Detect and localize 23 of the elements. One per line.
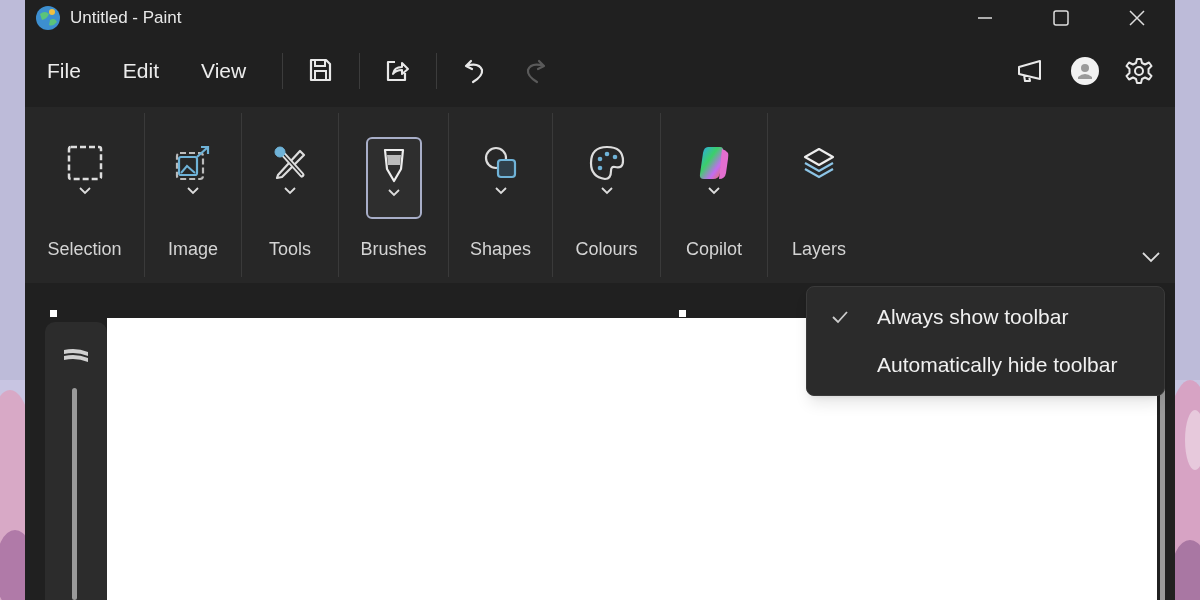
menu-option[interactable]: Automatically hide toolbar	[807, 341, 1164, 389]
minimize-icon	[978, 16, 992, 19]
menu-item[interactable]: Edit	[108, 51, 174, 91]
tool-group-label: Image	[168, 238, 218, 261]
tool-group-label: Tools	[269, 238, 311, 261]
tool-group-label: Colours	[575, 238, 638, 261]
window-title: Untitled - Paint	[70, 6, 182, 29]
tool-group-label: Brushes	[360, 238, 427, 261]
resize-handle[interactable]	[50, 310, 57, 317]
maximize-icon	[1052, 8, 1070, 27]
tool-group-label: Shapes	[469, 238, 532, 261]
tool-group-label: Copilot	[686, 238, 742, 261]
chevron-down-icon	[1141, 251, 1161, 263]
menu-option[interactable]: Always show toolbar	[807, 293, 1164, 341]
close-icon	[1128, 8, 1146, 27]
menu-item[interactable]: View	[187, 51, 261, 91]
tool-group-label: Selection	[47, 238, 122, 261]
tool-group-label: Layers	[792, 238, 846, 261]
menu-item[interactable]: File	[33, 51, 95, 91]
app-icon	[35, 4, 61, 31]
resize-handle[interactable]	[679, 310, 686, 317]
slider-track[interactable]	[72, 388, 77, 600]
brushes-tool-button[interactable]	[365, 137, 422, 219]
